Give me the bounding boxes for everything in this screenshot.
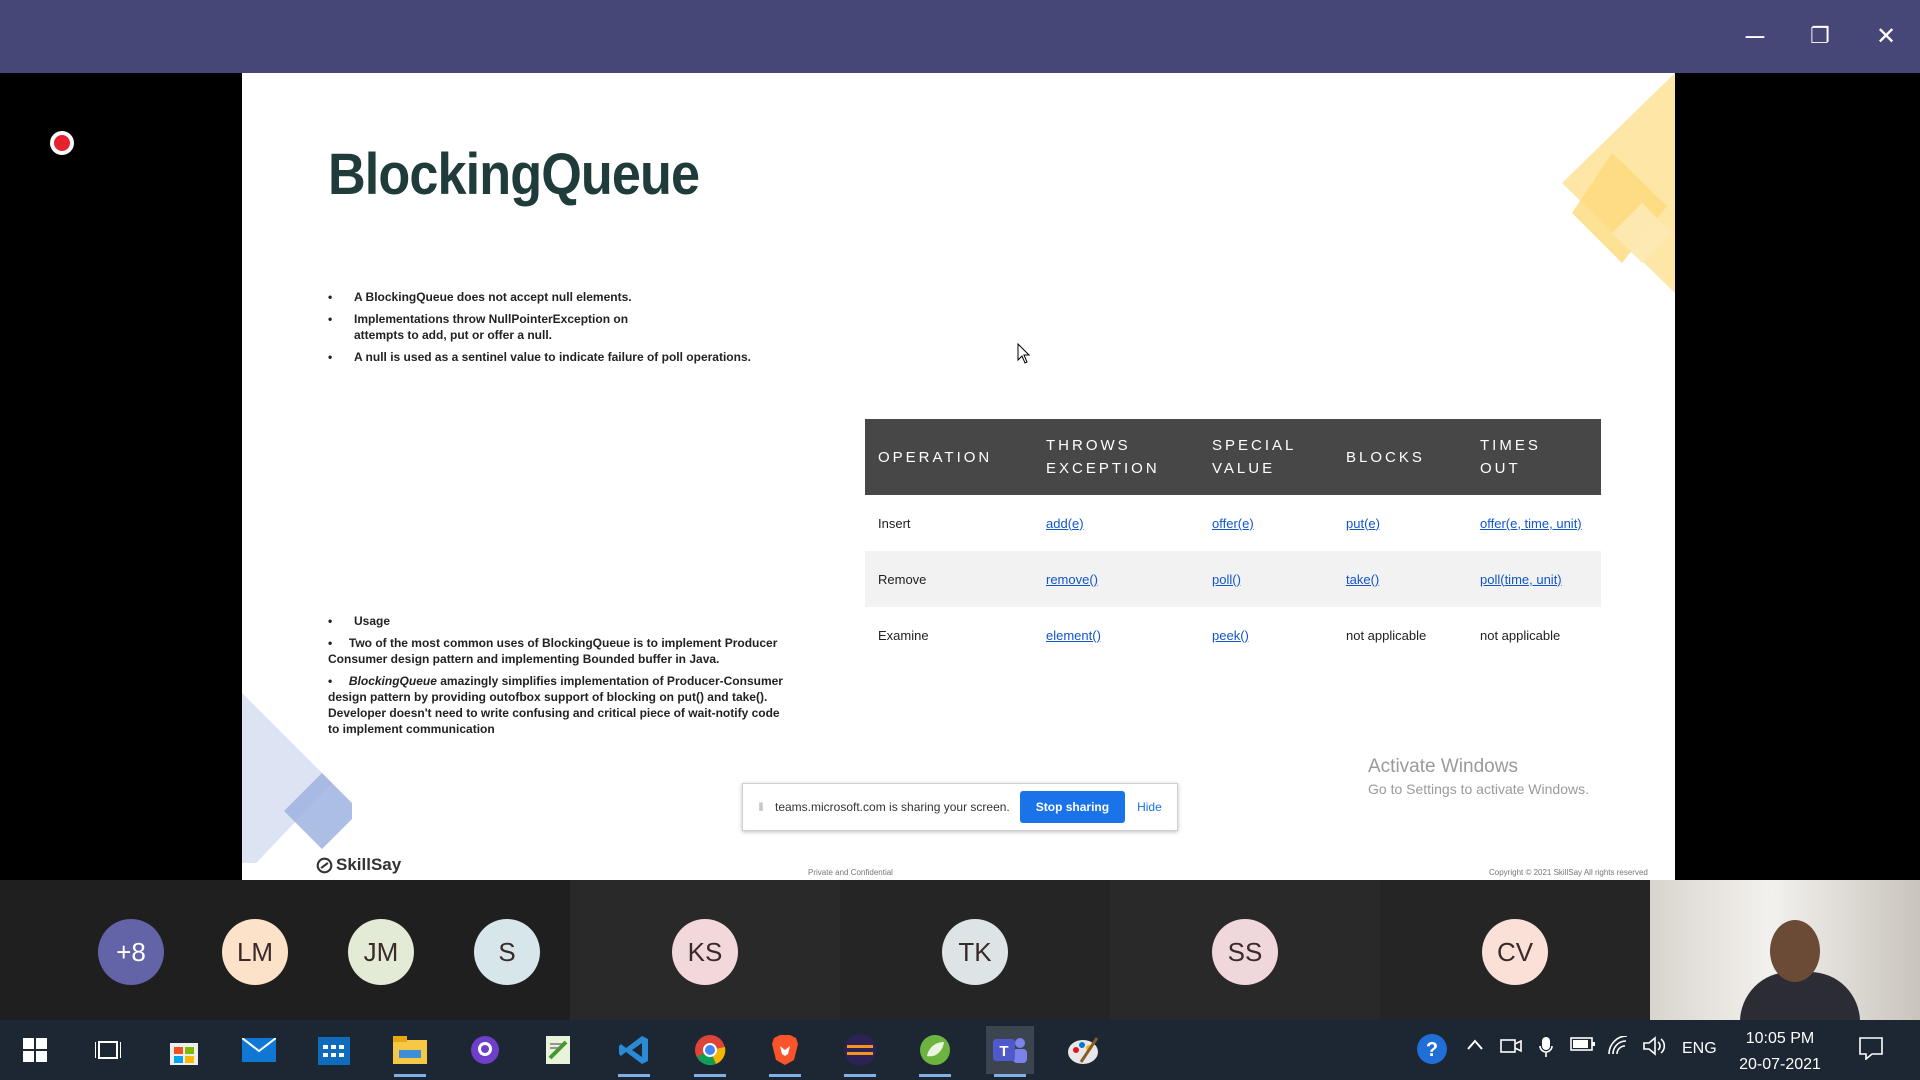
file-explorer-icon[interactable] xyxy=(386,1026,434,1077)
logo-icon xyxy=(316,857,333,873)
close-button[interactable]: ✕ xyxy=(1866,18,1906,54)
column-header: TIMES OUT xyxy=(1467,419,1601,495)
usage-heading: • Usage xyxy=(328,614,391,628)
vscode-icon[interactable] xyxy=(610,1026,658,1077)
table-cell: Examine xyxy=(878,627,929,643)
drag-handle-icon[interactable]: ‖ xyxy=(751,800,771,814)
store-icon[interactable] xyxy=(160,1026,208,1074)
eclipse-icon[interactable] xyxy=(836,1026,884,1077)
footer-copyright: Copyright © 2021 SkillSay All rights res… xyxy=(1489,868,1648,877)
mail-icon[interactable] xyxy=(235,1026,283,1074)
avatar[interactable]: KS xyxy=(672,919,738,985)
table-link[interactable]: take() xyxy=(1346,572,1379,587)
footer-confidential: Private and Confidential xyxy=(808,868,893,877)
notifications-icon[interactable] xyxy=(1858,1036,1884,1065)
maximize-icon: ❐ xyxy=(1810,23,1830,48)
column-header: BLOCKS xyxy=(1333,419,1467,495)
watermark-subtitle: Go to Settings to activate Windows. xyxy=(1368,781,1589,797)
avatar[interactable]: TK xyxy=(942,919,1008,985)
table-link[interactable]: poll(time, unit) xyxy=(1480,572,1562,587)
volume-icon[interactable] xyxy=(1642,1036,1666,1061)
bullet-item: Implementations throw NullPointerExcepti… xyxy=(328,311,678,343)
table-cell: Remove xyxy=(865,551,1033,607)
minimize-button[interactable]: ─ xyxy=(1735,18,1775,54)
mouse-cursor-icon xyxy=(1017,343,1031,364)
table-link[interactable]: poll() xyxy=(1212,572,1241,587)
window-titlebar: ─ ❐ ✕ xyxy=(0,0,1920,73)
brave-icon[interactable] xyxy=(761,1026,809,1077)
table-link[interactable]: peek() xyxy=(1212,628,1249,643)
avatar-more-participants[interactable]: +8 xyxy=(98,919,164,985)
github-icon[interactable] xyxy=(461,1026,509,1074)
clock-time: 10:05 PM xyxy=(1745,1030,1815,1047)
self-video-feed[interactable] xyxy=(1650,880,1920,1020)
table-header-row: OPERATION THROWS EXCEPTION SPECIAL VALUE… xyxy=(865,419,1601,495)
close-icon: ✕ xyxy=(1875,22,1897,50)
table-link[interactable]: put(e) xyxy=(1346,516,1380,531)
calendar-icon[interactable] xyxy=(310,1026,358,1074)
table-link[interactable]: offer(e) xyxy=(1212,516,1254,531)
paint-icon[interactable] xyxy=(1060,1026,1108,1074)
stop-sharing-button[interactable]: Stop sharing xyxy=(1019,791,1126,823)
usage-item: • BlockingQueue amazingly simplifies imp… xyxy=(328,674,783,736)
notepad-icon[interactable] xyxy=(535,1026,583,1074)
table-link[interactable]: offer(e, time, unit) xyxy=(1480,516,1582,531)
operations-table: OPERATION THROWS EXCEPTION SPECIAL VALUE… xyxy=(865,419,1601,663)
chrome-icon[interactable] xyxy=(686,1026,734,1077)
task-view-icon[interactable] xyxy=(84,1026,132,1074)
system-clock[interactable]: 10:05 PM 20-07-2021 xyxy=(1730,1026,1830,1078)
svg-text:?: ? xyxy=(1426,1039,1438,1061)
chevron-up-icon[interactable] xyxy=(1466,1036,1484,1059)
maximize-button[interactable]: ❐ xyxy=(1800,18,1840,54)
avatar[interactable]: LM xyxy=(222,919,288,985)
column-header: SPECIAL VALUE xyxy=(1199,419,1333,495)
bullet-item: A null is used as a sentinel value to in… xyxy=(328,349,768,365)
activate-windows-watermark: Activate Windows Go to Settings to activ… xyxy=(1368,756,1589,797)
table-cell: not applicable xyxy=(1480,627,1561,643)
minimize-icon: ─ xyxy=(1745,20,1765,51)
sharing-message: teams.microsoft.com is sharing your scre… xyxy=(775,800,1010,814)
table-row: Examine element() peek() not applicable … xyxy=(865,607,1601,663)
clock-date: 20-07-2021 xyxy=(1739,1056,1821,1073)
battery-icon[interactable] xyxy=(1570,1036,1596,1057)
help-icon[interactable]: ? xyxy=(1415,1032,1449,1071)
svg-text:T: T xyxy=(999,1043,1008,1060)
watermark-title: Activate Windows xyxy=(1368,756,1518,777)
column-header: OPERATION xyxy=(865,419,1033,495)
avatar[interactable]: S xyxy=(474,919,540,985)
avatar[interactable]: CV xyxy=(1482,919,1548,985)
table-cell: Insert xyxy=(878,515,911,531)
table-link[interactable]: remove() xyxy=(1046,572,1098,587)
meet-now-icon[interactable] xyxy=(1500,1036,1522,1061)
slide-title: BlockingQueue xyxy=(328,142,700,207)
table-cell: not applicable xyxy=(1346,627,1427,643)
screen-sharing-bar: ‖ teams.microsoft.com is sharing your sc… xyxy=(742,783,1178,831)
avatar[interactable]: JM xyxy=(348,919,414,985)
wifi-icon[interactable] xyxy=(1607,1035,1631,1061)
table-row: Insert add(e) offer(e) put(e) offer(e, t… xyxy=(865,495,1601,551)
table-row: Remove remove() poll() take() poll(time,… xyxy=(865,551,1601,607)
windows-taskbar xyxy=(0,1020,1920,1080)
usage-item: • Two of the most common uses of Blockin… xyxy=(328,636,778,666)
skillsay-logo: SkillSay xyxy=(316,855,401,875)
bullet-list: A BlockingQueue does not accept null ele… xyxy=(328,289,751,371)
spring-icon[interactable] xyxy=(911,1026,959,1077)
start-icon[interactable] xyxy=(11,1026,59,1074)
table-link[interactable]: add(e) xyxy=(1046,516,1084,531)
table-link[interactable]: element() xyxy=(1046,628,1101,643)
avatar[interactable]: SS xyxy=(1212,919,1278,985)
recording-indicator-icon xyxy=(50,131,74,155)
column-header: THROWS EXCEPTION xyxy=(1033,419,1199,495)
microphone-icon[interactable] xyxy=(1538,1036,1554,1063)
teams-icon[interactable]: T xyxy=(986,1026,1034,1077)
hide-button[interactable]: Hide xyxy=(1137,800,1162,814)
usage-section: • Usage • Two of the most common uses of … xyxy=(328,613,788,737)
presentation-slide: BlockingQueue A BlockingQueue does not a… xyxy=(242,73,1675,880)
bullet-item: A BlockingQueue does not accept null ele… xyxy=(328,289,708,305)
input-language[interactable]: ENG xyxy=(1682,1040,1717,1058)
decorative-diamonds-top xyxy=(1562,73,1675,293)
